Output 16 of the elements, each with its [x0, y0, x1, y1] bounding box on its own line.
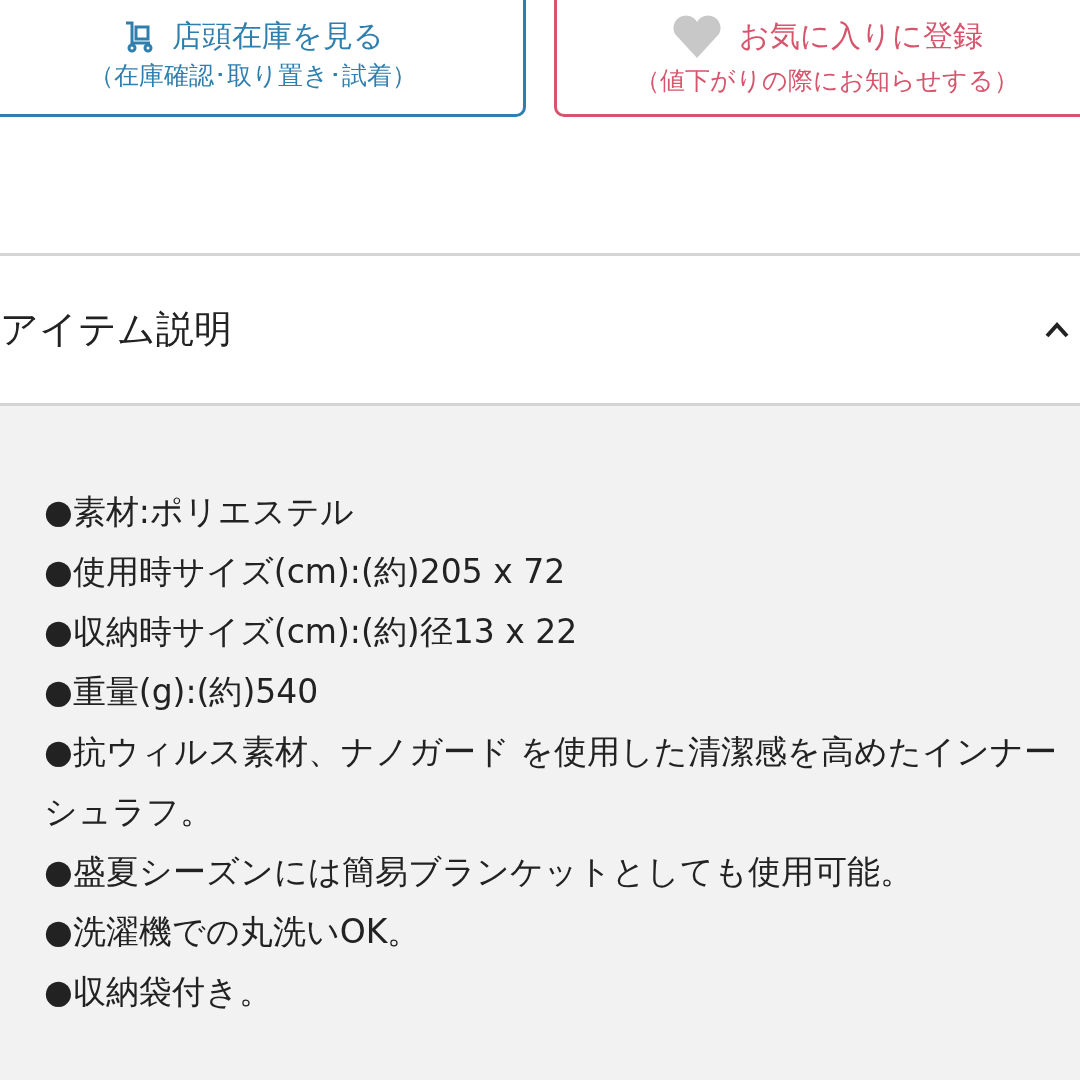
description-line: ●収納袋付き。: [44, 971, 273, 1013]
heart-icon: [671, 14, 723, 59]
description-line: ●収納時サイズ(cm):(約)径13 x 22: [44, 611, 579, 653]
description-line: ●素材:ポリエステル: [44, 491, 355, 533]
action-subtitle: （在庫確認･取り置き･試着）: [89, 60, 417, 93]
description-line: ●洗濯機での丸洗いOK。: [44, 911, 422, 953]
description-line: ●盛夏シーズンには簡易ブランケットとしても使用可能。: [44, 851, 914, 893]
description-line: ●使用時サイズ(cm):(約)205 x 72: [44, 551, 567, 593]
action-title: 店頭在庫を見る: [172, 21, 384, 52]
description-line: ●抗ウィルス素材、ナノガード を使用した清潔感を高めたインナーシュラフ。: [44, 731, 1059, 833]
action-title: お気に入りに登録: [739, 21, 983, 52]
description-line: ●重量(g):(約)540: [44, 671, 320, 713]
action-button[interactable]: 店頭在庫を見る （在庫確認･取り置き･試着）: [0, 0, 526, 117]
action-subtitle: （値下がりの際にお知らせする）: [635, 65, 1019, 98]
action-button[interactable]: お気に入りに登録 （値下がりの際にお知らせする）: [554, 0, 1080, 117]
section-title: アイテム説明: [0, 306, 232, 353]
